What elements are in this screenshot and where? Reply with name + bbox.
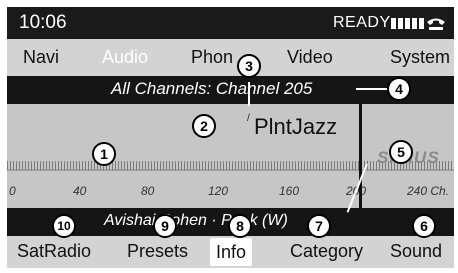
callout-marker: 1 bbox=[92, 142, 116, 166]
callout-leader bbox=[356, 88, 388, 90]
clock: 10:06 bbox=[19, 12, 67, 33]
soft-item-presets[interactable]: Presets bbox=[127, 241, 188, 262]
callout-marker: 7 bbox=[307, 214, 331, 238]
soft-key-menu: SatRadio Presets Info Category Sound bbox=[7, 236, 454, 268]
station-display: / PlntJazz SIRIUS 0 40 80 120 160 200 24… bbox=[7, 104, 454, 208]
scale-label: 80 bbox=[141, 184, 155, 198]
callout-marker: 9 bbox=[153, 214, 177, 238]
tune-marker: / bbox=[247, 113, 250, 124]
station-name: PlntJazz bbox=[254, 114, 338, 139]
callout-marker: 8 bbox=[228, 214, 252, 238]
status-bar: 10:06 READY bbox=[7, 7, 454, 39]
callout-marker: 3 bbox=[237, 54, 261, 78]
menu-item-audio[interactable]: Audio bbox=[102, 47, 148, 68]
scale-label: 40 bbox=[73, 184, 87, 198]
menu-item-phone[interactable]: Phon bbox=[191, 47, 233, 68]
scale-label: 0 bbox=[9, 184, 16, 198]
callout-marker: 5 bbox=[389, 140, 413, 164]
callout-marker: 10 bbox=[52, 214, 76, 238]
callout-marker: 4 bbox=[387, 77, 411, 101]
soft-item-sound[interactable]: Sound bbox=[390, 241, 442, 262]
phone-icon bbox=[427, 18, 445, 30]
main-menu: Navi Audio Phon Video System bbox=[7, 39, 454, 76]
soft-item-info[interactable]: Info bbox=[210, 238, 253, 266]
channel-needle[interactable] bbox=[359, 104, 362, 208]
ready-indicator: READY bbox=[333, 14, 391, 31]
menu-item-video[interactable]: Video bbox=[287, 47, 333, 68]
callout-marker: 6 bbox=[412, 214, 436, 238]
menu-item-navi[interactable]: Navi bbox=[23, 47, 59, 68]
menu-item-system[interactable]: System bbox=[390, 47, 450, 68]
callout-marker: 2 bbox=[192, 114, 216, 138]
signal-strength-icon bbox=[391, 18, 424, 29]
soft-item-category[interactable]: Category bbox=[290, 241, 363, 262]
scale-label: 120 bbox=[208, 184, 229, 198]
callout-leader bbox=[248, 82, 250, 106]
scale-label: 240 Ch. bbox=[407, 184, 450, 198]
scale-label: 160 bbox=[279, 184, 300, 198]
audio-sat-radio-screen: 10:06 READY Navi Audio Phon Video System… bbox=[0, 0, 458, 273]
channel-info-text: All Channels: Channel 205 bbox=[111, 79, 313, 98]
soft-item-satradio[interactable]: SatRadio bbox=[17, 241, 91, 262]
program-info-text: Avishai Cohen · Punk (W) bbox=[104, 212, 288, 229]
